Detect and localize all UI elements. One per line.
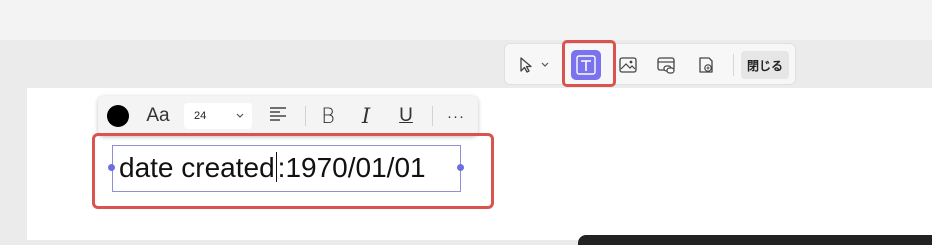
align-left-icon [268, 106, 288, 127]
stamp-icon [696, 55, 716, 75]
image-tool-button[interactable] [613, 50, 643, 80]
link-tool-button[interactable] [651, 50, 681, 80]
text-format-toolbar: Aa 24 B I U ··· [98, 96, 478, 136]
edit-tool-toolbar: 閉じる [504, 43, 796, 85]
format-divider [305, 106, 306, 126]
font-size-select[interactable]: 24 [184, 103, 252, 129]
select-tool-button[interactable] [511, 50, 555, 80]
close-button[interactable]: 閉じる [741, 51, 789, 79]
more-options-button[interactable]: ··· [444, 96, 468, 136]
font-button[interactable]: Aa [142, 96, 174, 136]
top-bar [0, 0, 932, 40]
chevron-down-icon[interactable] [541, 62, 549, 68]
format-divider [432, 106, 433, 126]
dark-panel-edge [578, 235, 932, 245]
chevron-down-icon [236, 108, 244, 125]
italic-button[interactable]: I [354, 96, 378, 136]
pointer-icon [517, 56, 535, 74]
bold-button[interactable]: B [316, 96, 340, 136]
stamp-tool-button[interactable] [691, 50, 721, 80]
text-color-swatch[interactable] [107, 105, 129, 127]
toolbar-divider [733, 54, 734, 76]
link-icon [656, 55, 676, 75]
text-box-highlight [92, 133, 494, 209]
font-size-value: 24 [194, 110, 207, 122]
text-tool-highlight [562, 40, 616, 87]
underline-button[interactable]: U [394, 96, 418, 136]
align-button[interactable] [266, 96, 290, 136]
image-icon [618, 55, 638, 75]
